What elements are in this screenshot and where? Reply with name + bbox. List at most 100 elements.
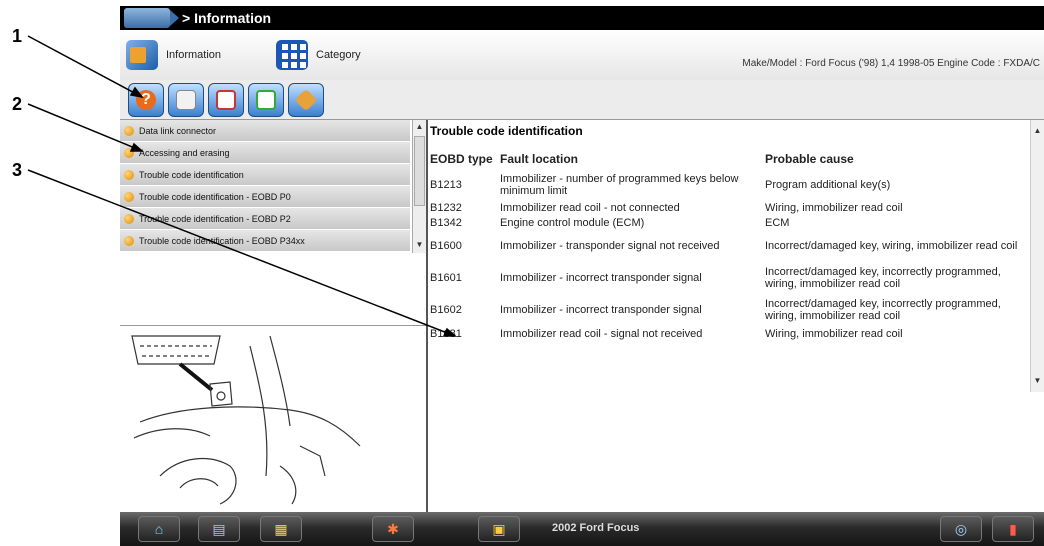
meter-icon: ▦: [274, 520, 288, 537]
location-cell: Immobilizer - number of programmed keys …: [500, 173, 739, 197]
topic-label: Trouble code identification: [139, 169, 244, 180]
battery-icon: ▮: [1009, 520, 1017, 537]
bullet-icon: [124, 125, 134, 136]
component-icon: ✱: [387, 520, 399, 537]
action-toolbar: ?: [120, 80, 1044, 120]
scroll-up-icon[interactable]: ▲: [413, 120, 426, 133]
home-icon: ⌂: [154, 521, 164, 537]
power-status-button[interactable]: ▮: [992, 516, 1034, 542]
code-cell: B1600: [430, 240, 462, 252]
code-cell: B1232: [430, 201, 462, 214]
information-taskbar-button[interactable]: ▣: [478, 516, 520, 542]
scroll-down-icon[interactable]: ▼: [1031, 374, 1044, 388]
table-row: B1601 Immobilizer - incorrect transponder…: [430, 262, 1026, 294]
code-cell: B1681: [430, 328, 462, 340]
taskbar: ⌂ ▤ ▦ ✱ ▣ 2002 Ford Focus ◎ ▮: [120, 512, 1044, 546]
cause-cell: Wiring, immobilizer read coil: [765, 201, 903, 214]
trouble-code-table: EOBD type Fault location Probable cause …: [430, 152, 1026, 342]
scroll-thumb[interactable]: [414, 136, 425, 206]
topic-item[interactable]: Trouble code identification - EOBD P0: [120, 186, 410, 208]
bullet-icon: [124, 235, 134, 246]
cause-cell: Incorrect/damaged key, wiring, immobiliz…: [765, 240, 1018, 252]
column-header-cause: Probable cause: [765, 152, 854, 166]
bullet-icon: [124, 147, 134, 158]
location-cell: Immobilizer - incorrect transponder sign…: [500, 272, 702, 284]
scroll-up-icon[interactable]: ▲: [1031, 124, 1044, 138]
meter-button[interactable]: ▦: [260, 516, 302, 542]
topic-list-scrollbar[interactable]: ▲ ▼: [412, 120, 426, 253]
code-cell: B1213: [430, 179, 462, 191]
print-button[interactable]: [168, 83, 204, 117]
callout-2: 2: [12, 94, 23, 114]
topic-list: Data link connector Accessing and erasin…: [120, 120, 420, 253]
category-grid-icon: [276, 40, 308, 70]
clear-button[interactable]: [248, 83, 284, 117]
topic-item[interactable]: Accessing and erasing: [120, 142, 410, 164]
location-cell: Immobilizer - incorrect transponder sign…: [500, 304, 702, 316]
location-cell: Engine control module (ECM): [500, 216, 645, 229]
code-cell: B1602: [430, 304, 462, 316]
content-scrollbar[interactable]: ▲ ▼: [1030, 120, 1044, 392]
code-cell: B1342: [430, 216, 462, 229]
mode-toolbar: Information Category Make/Model : Ford F…: [120, 30, 1044, 80]
callout-1: 1: [12, 26, 23, 46]
information-label: Information: [166, 49, 222, 61]
table-row: B1232 Immobilizer read coil - not connect…: [430, 200, 1026, 215]
cause-cell: Incorrect/damaged key, incorrectly progr…: [765, 266, 1001, 290]
connector-location-diagram: [120, 325, 426, 512]
help-icon: ?: [136, 90, 156, 110]
topic-item[interactable]: Trouble code identification: [120, 164, 410, 186]
location-cell: Immobilizer read coil - not connected: [500, 201, 680, 214]
table-row: B1600 Immobilizer - transponder signal no…: [430, 230, 1026, 262]
dlc-diagram-illustration: [131, 335, 361, 505]
information-icon: [126, 40, 158, 70]
left-panel: Data link connector Accessing and erasin…: [120, 120, 428, 512]
guided-component-button[interactable]: ✱: [372, 516, 414, 542]
window-title: > Information: [182, 10, 272, 26]
print-icon: [176, 90, 196, 110]
wireless-icon: ◎: [954, 520, 968, 537]
cause-cell: ECM: [765, 216, 790, 229]
topic-item[interactable]: Data link connector: [120, 120, 410, 142]
help-button[interactable]: ?: [128, 83, 164, 117]
topic-label: Accessing and erasing: [139, 147, 230, 158]
bullet-icon: [124, 169, 134, 180]
content-panel: Trouble code identification EOBD type Fa…: [430, 120, 1044, 512]
save-button[interactable]: [208, 83, 244, 117]
table-row: B1602 Immobilizer - incorrect transponder…: [430, 294, 1026, 326]
category-label: Category: [316, 49, 361, 61]
topic-label: Data link connector: [139, 125, 217, 136]
tools-icon: [294, 88, 318, 112]
column-header-location: Fault location: [500, 152, 578, 166]
scroll-down-icon[interactable]: ▼: [413, 238, 426, 251]
cause-cell: Wiring, immobilizer read coil: [765, 328, 903, 340]
table-row: B1213 Immobilizer - number of programmed …: [430, 170, 1026, 200]
topic-label: Trouble code identification - EOBD P0: [139, 191, 291, 202]
wireless-button[interactable]: ◎: [940, 516, 982, 542]
topic-item[interactable]: Trouble code identification - EOBD P2: [120, 208, 410, 230]
cause-cell: Program additional key(s): [765, 179, 891, 191]
scanner-button[interactable]: ▤: [198, 516, 240, 542]
bullet-icon: [124, 213, 134, 224]
location-cell: Immobilizer read coil - signal not recei…: [500, 328, 703, 340]
taskbar-vehicle-label: 2002 Ford Focus: [552, 522, 640, 534]
bullet-icon: [124, 191, 134, 202]
topic-label: Trouble code identification - EOBD P34xx: [139, 235, 305, 246]
home-button[interactable]: ⌂: [138, 516, 180, 542]
title-bar: > Information: [120, 6, 1044, 30]
table-row: B1342 Engine control module (ECM) ECM: [430, 215, 1026, 230]
information-button[interactable]: Information: [126, 40, 221, 70]
column-header-code: EOBD type: [430, 152, 493, 166]
table-row: B1681 Immobilizer read coil - signal not …: [430, 326, 1026, 342]
clear-icon: [256, 90, 276, 110]
back-arrow-icon[interactable]: [124, 8, 179, 28]
scanner-screen: > Information Information Category Make/…: [120, 6, 1044, 546]
vehicle-info: Make/Model : Ford Focus ('98) 1,4 1998-0…: [742, 58, 1040, 69]
category-button[interactable]: Category: [276, 40, 361, 70]
information-taskbar-icon: ▣: [492, 520, 506, 537]
cause-cell: Incorrect/damaged key, incorrectly progr…: [765, 298, 1001, 322]
save-icon: [216, 90, 236, 110]
content-title: Trouble code identification: [430, 124, 583, 138]
topic-item[interactable]: Trouble code identification - EOBD P34xx: [120, 230, 410, 252]
tools-button[interactable]: [288, 83, 324, 117]
